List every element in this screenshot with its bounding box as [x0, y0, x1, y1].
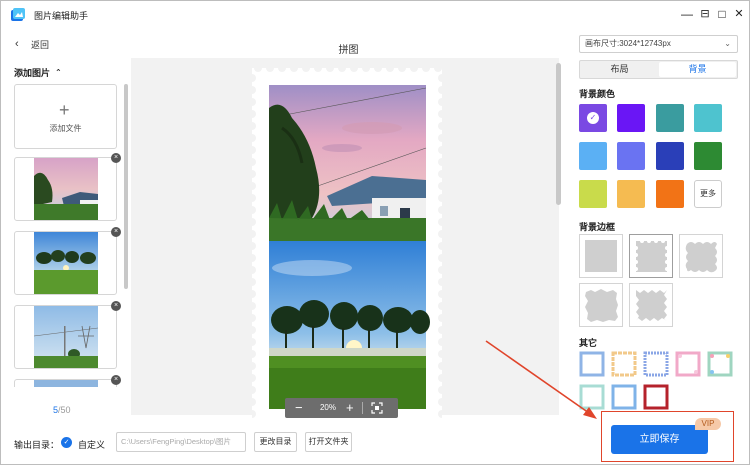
- remove-thumbnail-icon[interactable]: ×: [111, 227, 121, 237]
- color-swatch[interactable]: [617, 104, 645, 132]
- open-folder-button[interactable]: 打开文件夹: [305, 432, 352, 452]
- collage-preview: [252, 68, 442, 418]
- canvas-size-value: 画布尺寸:3024*12743px: [585, 39, 671, 48]
- bg-color-heading: 背景颜色: [579, 89, 616, 99]
- bg-border-heading: 背景边框: [579, 222, 616, 232]
- canvas-size-select[interactable]: 画布尺寸:3024*12743px ⌄: [579, 35, 738, 53]
- color-swatch[interactable]: [694, 104, 722, 132]
- border-option-zigzag[interactable]: [629, 283, 673, 327]
- frame-option-blue[interactable]: [579, 351, 605, 377]
- frame-option-lace[interactable]: [643, 351, 669, 377]
- custom-option-label[interactable]: 自定义: [78, 438, 105, 451]
- thumbnail-item[interactable]: [14, 157, 117, 221]
- left-scrollbar[interactable]: [124, 84, 128, 289]
- border-preview: [634, 239, 669, 272]
- zoom-in-button[interactable]: +: [346, 400, 354, 416]
- color-swatch[interactable]: [579, 142, 607, 170]
- app-logo-icon: [11, 8, 25, 21]
- color-swatch[interactable]: [617, 180, 645, 208]
- close-button[interactable]: ✕: [731, 6, 747, 22]
- minimize-button[interactable]: —: [679, 6, 695, 22]
- frame-option-gold[interactable]: [611, 351, 637, 377]
- zoom-separator: [362, 402, 363, 414]
- fit-screen-icon[interactable]: [371, 402, 383, 414]
- color-swatch[interactable]: [656, 180, 684, 208]
- thumbnail-item[interactable]: [14, 379, 117, 387]
- plus-icon: +: [59, 100, 70, 120]
- border-option-rough[interactable]: [579, 283, 623, 327]
- remove-thumbnail-icon[interactable]: ×: [111, 375, 121, 385]
- border-option-wavy[interactable]: [679, 234, 723, 278]
- canvas-scrollbar[interactable]: [556, 63, 561, 205]
- color-swatch[interactable]: [617, 142, 645, 170]
- thumbnail-image: [34, 158, 98, 220]
- frame-option-mint[interactable]: [579, 384, 605, 410]
- output-dir-label: 输出目录：: [14, 440, 60, 450]
- selected-check-icon: ✓: [587, 112, 599, 124]
- border-option-stamp[interactable]: [629, 234, 673, 278]
- counter-total: /50: [58, 405, 71, 415]
- thumbnail-image: [34, 306, 98, 368]
- color-swatch[interactable]: [694, 142, 722, 170]
- color-swatch[interactable]: ✓: [579, 104, 607, 132]
- change-dir-button[interactable]: 更改目录: [254, 432, 297, 452]
- thumbnail-image: [34, 232, 98, 294]
- chevron-down-icon: ⌄: [724, 39, 731, 48]
- remove-thumbnail-icon[interactable]: ×: [111, 301, 121, 311]
- color-swatch[interactable]: [656, 104, 684, 132]
- pin-button[interactable]: ⊟: [697, 6, 713, 22]
- frame-option-skyblue[interactable]: [611, 384, 637, 410]
- zoom-value: 20%: [319, 403, 336, 412]
- add-file-button[interactable]: + 添加文件: [14, 84, 117, 149]
- chevron-up-icon: ⌃: [55, 68, 62, 77]
- frame-option-red[interactable]: [643, 384, 669, 410]
- add-file-label: 添加文件: [49, 124, 82, 133]
- zoom-out-button[interactable]: −: [295, 400, 303, 416]
- add-images-label: 添加图片: [14, 68, 51, 78]
- thumbnail-item[interactable]: [14, 231, 117, 295]
- thumbnail-item[interactable]: [14, 305, 117, 369]
- frame-option-floral[interactable]: [707, 351, 733, 377]
- vip-badge: VIP: [695, 418, 721, 430]
- border-preview: [636, 290, 667, 321]
- border-option-plain[interactable]: [579, 234, 623, 278]
- app-title: 图片编辑助手: [34, 11, 89, 21]
- title-bar: 图片编辑助手 — ⊟ □ ✕: [1, 1, 750, 29]
- color-swatch[interactable]: [656, 142, 684, 170]
- custom-radio-checked-icon[interactable]: ✓: [61, 437, 72, 448]
- save-now-button[interactable]: 立即保存: [611, 425, 708, 454]
- other-heading: 其它: [579, 338, 598, 348]
- tab-background[interactable]: 背景: [659, 62, 736, 77]
- thumbnail-image: [34, 380, 98, 387]
- add-images-header[interactable]: 添加图片 ⌃: [14, 66, 62, 79]
- zoom-toolbar: − 20% +: [285, 398, 398, 418]
- panel-tabs: 布局 背景: [579, 60, 738, 79]
- output-path-field[interactable]: C:\Users\FengPing\Desktop\图片: [116, 432, 246, 452]
- border-preview: [585, 289, 618, 322]
- image-counter: 5/50: [53, 405, 71, 415]
- app-window: 图片编辑助手 — ⊟ □ ✕ ‹ 返回 拼图 添加图片 ⌃ + 添加文件 × ×…: [0, 0, 750, 465]
- maximize-button[interactable]: □: [714, 6, 730, 22]
- border-preview: [685, 242, 717, 273]
- tab-layout[interactable]: 布局: [581, 62, 658, 77]
- frame-option-pink[interactable]: [675, 351, 701, 377]
- page-title-text: 拼图: [338, 45, 359, 56]
- more-colors-button[interactable]: 更多: [694, 180, 722, 208]
- border-preview: [585, 240, 617, 272]
- remove-thumbnail-icon[interactable]: ×: [111, 153, 121, 163]
- color-swatch[interactable]: [579, 180, 607, 208]
